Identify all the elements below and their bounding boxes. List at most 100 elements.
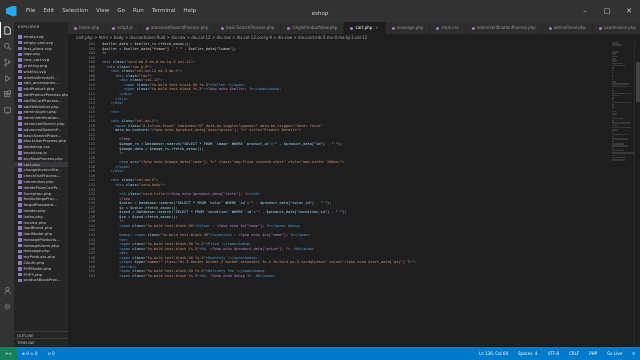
status-right-item[interactable]: ⚲ <box>627 347 640 360</box>
php-file-icon <box>221 26 225 30</box>
code-token: ?> <box>102 151 124 156</box>
editor-tab[interactable]: basicSearchProcess.php <box>215 22 282 34</box>
breadcrumb[interactable]: cart.php > html > body > div.container-f… <box>68 34 640 42</box>
php-file-icon <box>436 26 440 30</box>
minimap-line <box>612 64 626 67</box>
code-token: class= <box>132 269 146 274</box>
explorer-icon[interactable] <box>0 22 14 38</box>
code-token: >Colour : <box>195 223 217 228</box>
tab-label: message.php <box>396 25 424 30</box>
file-icon <box>18 174 22 178</box>
code-token: class= <box>125 182 139 187</box>
minimap-line <box>612 106 614 108</box>
tab-label: advancedSearchProcess.php <box>150 25 209 30</box>
code-token: <div <box>102 69 122 74</box>
editor-tab[interactable]: cart.php × <box>344 22 386 34</box>
editor-tab[interactable]: script.js <box>106 22 140 34</box>
code-token: $color = Database::search("SELECT * FROM… <box>102 201 332 206</box>
line-number-gutter: 101 102 103 104 105 106 107 108 109 110 111 112 113 1… <box>68 42 98 347</box>
minimap-line <box>612 149 624 152</box>
run-debug-icon[interactable] <box>0 70 14 86</box>
minimize-icon[interactable]: – <box>574 0 596 22</box>
status-left-item[interactable]: ⊗ 0 ⚠ 0 <box>17 347 43 360</box>
status-right-item[interactable]: Spaces: 4 <box>513 347 542 360</box>
editor-scrollbar[interactable] <box>634 42 640 347</box>
minimap-line <box>612 120 615 122</box>
remote-explorer-icon[interactable] <box>0 102 14 118</box>
menu-edit[interactable]: Edit <box>39 0 58 22</box>
editor-tab[interactable]: singleProductView.php <box>281 22 345 34</box>
menu-selection[interactable]: Selection <box>58 0 92 22</box>
minimap-line <box>612 110 617 113</box>
status-left-item[interactable]: ⊙ 0 <box>43 347 60 360</box>
menu-help[interactable]: Help <box>179 0 200 22</box>
code-token: >Rs. <box>199 246 211 251</box>
code-token: class= <box>117 64 131 69</box>
status-right-item[interactable]: Ln 136, Col 64 <box>474 347 513 360</box>
file-icon <box>18 162 22 167</box>
code-token: >Price :</span>&nbsp; <box>205 242 252 247</box>
file-tree-item[interactable]: productBlockProc... <box>14 277 68 283</box>
code-token: <br> <box>102 237 128 242</box>
timeline-section[interactable]: TIMELINE <box>14 338 68 345</box>
account-icon[interactable] <box>0 282 14 298</box>
maximize-icon[interactable]: □ <box>596 0 618 22</box>
code-token: class= <box>125 73 139 78</box>
status-right-item[interactable]: Go Live <box>602 347 627 360</box>
source-control-icon[interactable] <box>0 54 14 70</box>
outline-section[interactable]: OUTLINE <box>14 331 68 338</box>
file-icon <box>18 267 22 271</box>
menu-run[interactable]: Run <box>129 0 148 22</box>
menu-go[interactable]: Go <box>113 0 129 22</box>
search-icon[interactable] <box>0 38 14 54</box>
code-line[interactable]: <span class="fw-bold text-black fs-5">Rs… <box>102 274 602 279</box>
code-area[interactable]: $seller_data = $seller_rs->fetch_assoc()… <box>102 42 602 347</box>
tab-label: cart.php <box>355 25 373 30</box>
status-right-item[interactable]: UTF-8 <box>542 347 564 360</box>
editor-tab[interactable]: style.css <box>430 22 466 34</box>
menu-view[interactable]: View <box>92 0 113 22</box>
code-token: <?php echo $seller; ?> <box>205 87 254 92</box>
code-token: <span <box>102 269 133 274</box>
file-icon <box>18 278 22 283</box>
close-icon[interactable]: ✕ <box>618 0 640 22</box>
extensions-icon[interactable] <box>0 86 14 102</box>
menu-file[interactable]: File <box>22 0 39 22</box>
file-icon <box>18 116 22 120</box>
minimap-line <box>612 90 615 92</box>
editor-tab[interactable]: userInvoice.php <box>592 22 640 34</box>
file-icon <box>18 156 22 161</box>
code-token: <?php <box>102 196 131 201</box>
tab-close-icon[interactable]: × <box>375 22 378 34</box>
editor-tab[interactable]: adminPanel.php <box>542 22 593 34</box>
editor-tab[interactable]: advancedSearchProcess.php <box>139 22 216 34</box>
code-editor[interactable]: 101 102 103 104 105 106 107 108 109 110 111 112 113 1… <box>68 42 640 347</box>
tab-label: home.php <box>79 25 100 30</box>
settings-gear-icon[interactable] <box>0 298 14 314</box>
file-icon <box>18 180 22 184</box>
code-token: class= <box>136 87 150 92</box>
window-controls: – □ ✕ <box>574 0 640 22</box>
file-icon <box>18 93 22 97</box>
editor-tab[interactable]: adminVerificationProcess.php <box>465 22 543 34</box>
code-token: <div <box>102 119 122 124</box>
file-icon <box>18 110 22 114</box>
minimap-line <box>612 145 629 147</box>
editor-tab[interactable]: message.php <box>385 22 431 34</box>
code-token: >Quantity :</span>&nbsp; <box>205 255 258 260</box>
minimap[interactable] <box>612 42 634 347</box>
code-token: <div <box>102 64 118 69</box>
status-right-item[interactable]: PHP <box>584 347 602 360</box>
code-token: "col-md-4" <box>134 119 157 124</box>
minimap-line <box>612 101 631 104</box>
scrollbar-thumb[interactable] <box>636 62 640 102</box>
editor-tab[interactable]: home.php <box>68 22 107 34</box>
remote-indicator-icon[interactable]: >< <box>0 347 17 360</box>
status-right-item[interactable]: CRLF <box>564 347 584 360</box>
php-file-icon <box>391 26 395 30</box>
file-icon <box>18 261 22 265</box>
file-icon <box>18 69 22 74</box>
file-icon <box>18 168 22 172</box>
menu-terminal[interactable]: Terminal <box>148 0 180 22</box>
code-token: </div> <box>102 92 133 97</box>
